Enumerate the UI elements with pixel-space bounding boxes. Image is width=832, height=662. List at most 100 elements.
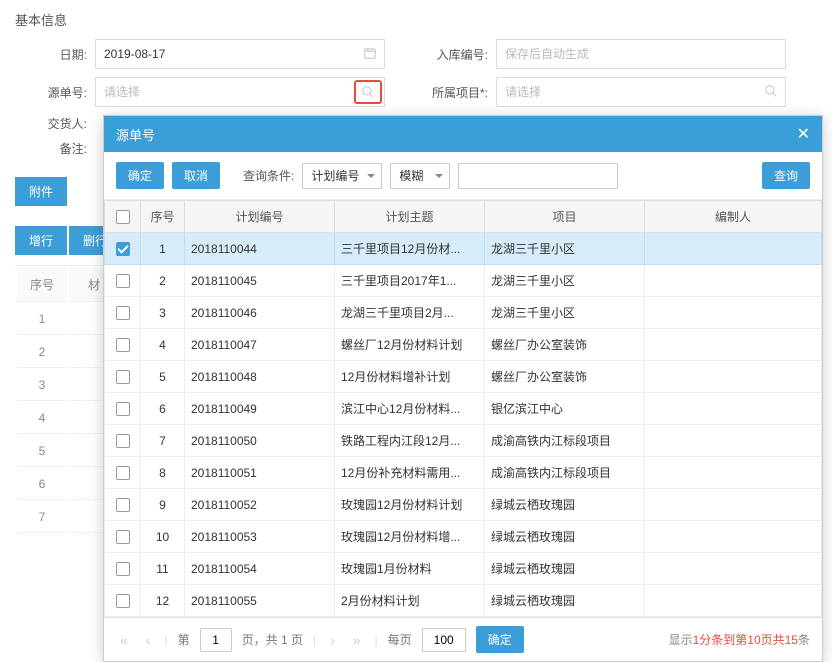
table-row[interactable]: 92018110052玫瑰园12月份材料计划绿城云栖玫瑰园 — [105, 489, 822, 521]
row-project: 成渝高铁内江标段项目 — [485, 425, 645, 457]
row-author — [645, 265, 822, 297]
row-subject: 三千里项目2017年1... — [335, 265, 485, 297]
row-project: 螺丝厂办公室装饰 — [485, 361, 645, 393]
row-checkbox[interactable] — [116, 402, 130, 416]
row-subject: 12月份补充材料需用... — [335, 457, 485, 489]
row-code: 2018110050 — [185, 425, 335, 457]
row-author — [645, 329, 822, 361]
row-author — [645, 585, 822, 617]
row-index: 7 — [141, 425, 185, 457]
row-project: 龙湖三千里小区 — [485, 297, 645, 329]
row-project: 绿城云栖玫瑰园 — [485, 553, 645, 585]
row-index: 4 — [141, 329, 185, 361]
table-row[interactable]: 32018110046龙湖三千里项目2月...龙湖三千里小区 — [105, 297, 822, 329]
search-mode-select[interactable]: 模糊 — [390, 163, 450, 189]
row-checkbox[interactable] — [116, 466, 130, 480]
table-row[interactable]: 22018110045三千里项目2017年1...龙湖三千里小区 — [105, 265, 822, 297]
table-row[interactable]: 42018110047螺丝厂12月份材料计划螺丝厂办公室装饰 — [105, 329, 822, 361]
modal-close-icon[interactable]: ✕ — [797, 124, 810, 144]
row-checkbox[interactable] — [116, 530, 130, 544]
source-number-modal: 源单号 ✕ 确定 取消 查询条件: 计划编号 模糊 查询 序号 计划编号 计划主… — [103, 115, 823, 662]
row-index: 11 — [141, 553, 185, 585]
pager-last-icon[interactable]: » — [349, 632, 365, 648]
row-code: 2018110053 — [185, 521, 335, 553]
table-row[interactable]: 1220181100552月份材料计划绿城云栖玫瑰园 — [105, 585, 822, 617]
row-checkbox[interactable] — [116, 370, 130, 384]
pager-confirm-button[interactable]: 确定 — [476, 626, 524, 653]
page-prefix: 第 — [178, 631, 190, 648]
row-index: 5 — [141, 361, 185, 393]
results-table: 序号 计划编号 计划主题 项目 编制人 12018110044三千里项目12月份… — [104, 200, 822, 617]
row-subject: 螺丝厂12月份材料计划 — [335, 329, 485, 361]
modal-ok-button[interactable]: 确定 — [116, 162, 164, 189]
row-index: 2 — [141, 265, 185, 297]
pager-next-icon[interactable]: › — [326, 632, 339, 648]
record-count-text: 显示1分条到第10页共15条 — [669, 631, 810, 648]
table-row[interactable]: 112018110054玫瑰园1月份材料绿城云栖玫瑰园 — [105, 553, 822, 585]
row-subject: 12月份材料增补计划 — [335, 361, 485, 393]
row-index: 12 — [141, 585, 185, 617]
row-code: 2018110046 — [185, 297, 335, 329]
row-checkbox[interactable] — [116, 434, 130, 448]
table-row[interactable]: 62018110049滨江中心12月份材料...银亿滨江中心 — [105, 393, 822, 425]
row-subject: 玫瑰园1月份材料 — [335, 553, 485, 585]
row-index: 9 — [141, 489, 185, 521]
modal-cancel-button[interactable]: 取消 — [172, 162, 220, 189]
modal-title: 源单号 — [116, 125, 155, 144]
row-code: 2018110045 — [185, 265, 335, 297]
row-project: 龙湖三千里小区 — [485, 265, 645, 297]
pager-prev-icon[interactable]: ‹ — [142, 632, 155, 648]
row-checkbox[interactable] — [116, 274, 130, 288]
row-code: 2018110047 — [185, 329, 335, 361]
row-checkbox[interactable] — [116, 594, 130, 608]
row-subject: 三千里项目12月份材... — [335, 233, 485, 265]
search-field-select[interactable]: 计划编号 — [302, 163, 382, 189]
row-checkbox[interactable] — [116, 338, 130, 352]
row-code: 2018110049 — [185, 393, 335, 425]
row-author — [645, 553, 822, 585]
per-page-input[interactable] — [422, 628, 466, 652]
row-author — [645, 521, 822, 553]
col-index-header: 序号 — [141, 201, 185, 233]
table-row[interactable]: 8201811005112月份补充材料需用...成渝高铁内江标段项目 — [105, 457, 822, 489]
row-code: 2018110054 — [185, 553, 335, 585]
row-code: 2018110044 — [185, 233, 335, 265]
row-author — [645, 489, 822, 521]
row-author — [645, 457, 822, 489]
page-number-input[interactable] — [200, 628, 232, 652]
row-author — [645, 393, 822, 425]
row-author — [645, 425, 822, 457]
row-code: 2018110048 — [185, 361, 335, 393]
search-condition-label: 查询条件: — [243, 167, 294, 184]
row-subject: 铁路工程内江段12月... — [335, 425, 485, 457]
col-subject-header: 计划主题 — [335, 201, 485, 233]
col-checkbox-header[interactable] — [105, 201, 141, 233]
row-project: 银亿滨江中心 — [485, 393, 645, 425]
row-checkbox[interactable] — [116, 562, 130, 576]
col-author-header: 编制人 — [645, 201, 822, 233]
row-checkbox[interactable] — [116, 498, 130, 512]
row-checkbox[interactable] — [116, 242, 130, 256]
row-index: 6 — [141, 393, 185, 425]
row-author — [645, 361, 822, 393]
table-row[interactable]: 5201811004812月份材料增补计划螺丝厂办公室装饰 — [105, 361, 822, 393]
col-project-header: 项目 — [485, 201, 645, 233]
row-code: 2018110055 — [185, 585, 335, 617]
table-row[interactable]: 102018110053玫瑰园12月份材料增...绿城云栖玫瑰园 — [105, 521, 822, 553]
row-project: 绿城云栖玫瑰园 — [485, 521, 645, 553]
pager-first-icon[interactable]: « — [116, 632, 132, 648]
table-row[interactable]: 12018110044三千里项目12月份材...龙湖三千里小区 — [105, 233, 822, 265]
row-author — [645, 233, 822, 265]
row-code: 2018110052 — [185, 489, 335, 521]
row-project: 绿城云栖玫瑰园 — [485, 585, 645, 617]
row-subject: 玫瑰园12月份材料增... — [335, 521, 485, 553]
per-page-label: 每页 — [388, 631, 412, 648]
row-subject: 玫瑰园12月份材料计划 — [335, 489, 485, 521]
table-row[interactable]: 72018110050铁路工程内江段12月...成渝高铁内江标段项目 — [105, 425, 822, 457]
row-index: 3 — [141, 297, 185, 329]
search-keyword-input[interactable] — [458, 163, 618, 189]
search-button[interactable]: 查询 — [762, 162, 810, 189]
row-checkbox[interactable] — [116, 306, 130, 320]
row-index: 1 — [141, 233, 185, 265]
row-subject: 滨江中心12月份材料... — [335, 393, 485, 425]
